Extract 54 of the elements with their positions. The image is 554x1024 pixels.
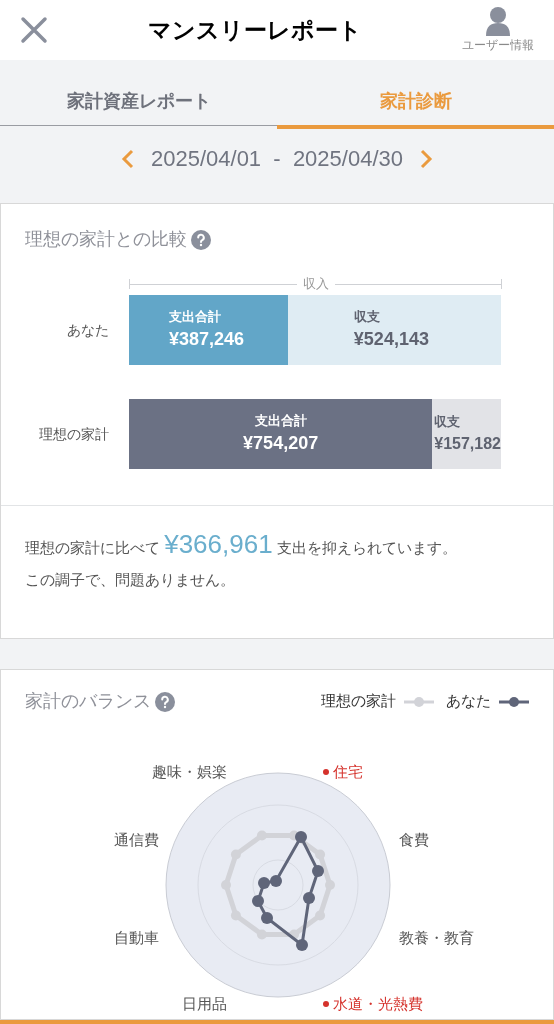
category-label: 食費 — [399, 830, 429, 850]
ideal-data-point — [315, 849, 326, 860]
you-data-point — [295, 831, 307, 843]
card-title: 理想の家計との比較 — [25, 228, 187, 251]
you-data-point — [258, 877, 270, 889]
category-label: 教養・教育 — [399, 928, 474, 948]
legend-line-icon — [404, 695, 434, 708]
row-label: 理想の家計 — [38, 424, 109, 444]
balance-amount: ¥157,182 — [434, 433, 501, 454]
legend-line-icon — [499, 695, 529, 708]
ideal-data-point — [289, 929, 300, 940]
you-data-point — [312, 865, 324, 877]
you-data-point — [270, 875, 282, 887]
card-title: 家計のバランス — [25, 690, 151, 713]
balance-amount: ¥524,143 — [353, 328, 430, 352]
ideal-data-point — [315, 910, 326, 921]
date-range: 2025/04/01 - 2025/04/30 — [151, 145, 403, 173]
category-label: 趣味・娯楽 — [152, 762, 227, 782]
ideal-data-point — [325, 880, 335, 890]
balance-label: 収支 — [353, 307, 381, 326]
you-data-point — [261, 912, 273, 924]
category-label: 自動車 — [114, 928, 159, 948]
tab[interactable]: 家計資産レポート — [0, 88, 277, 126]
user-icon — [485, 6, 511, 36]
help-icon[interactable] — [155, 691, 175, 712]
tab[interactable]: 家計診断 — [277, 88, 554, 129]
category-label: 日用品 — [182, 994, 227, 1014]
page-title: マンスリーレポート — [147, 15, 363, 45]
category-label: 水道・光熱費 — [323, 993, 423, 1016]
category-label: 住宅 — [323, 761, 363, 784]
previous-icon[interactable] — [121, 148, 135, 169]
expense-amount: ¥754,207 — [243, 432, 319, 456]
legend-label: 理想の家計 — [321, 691, 396, 712]
close-icon[interactable] — [20, 16, 48, 44]
help-icon[interactable] — [191, 229, 211, 250]
balance-label: 収支 — [434, 413, 462, 432]
category-label: 通信費 — [114, 830, 159, 850]
ideal-data-point — [230, 910, 241, 921]
ideal-data-point — [256, 830, 267, 841]
you-data-point — [252, 895, 264, 907]
expense-amount: ¥387,246 — [169, 328, 246, 352]
legend-label: あなた — [446, 691, 491, 712]
ideal-data-point — [221, 880, 231, 890]
next-icon[interactable] — [419, 148, 433, 169]
you-data-point — [303, 892, 315, 904]
expense-label: 支出合計 — [169, 307, 222, 326]
row-label: あなた — [66, 320, 109, 340]
income-label: 収入 — [301, 275, 330, 294]
ideal-data-point — [256, 929, 267, 940]
expense-label: 支出合計 — [254, 411, 307, 430]
comparison-message: 理想の家計に比べて ¥366,961 支出を抑えられています。 この調子で、問題ありません。 — [25, 528, 458, 590]
user-info-button[interactable]: ユーザー情報 — [462, 6, 534, 54]
ideal-data-point — [230, 849, 241, 860]
you-data-point — [296, 939, 308, 951]
